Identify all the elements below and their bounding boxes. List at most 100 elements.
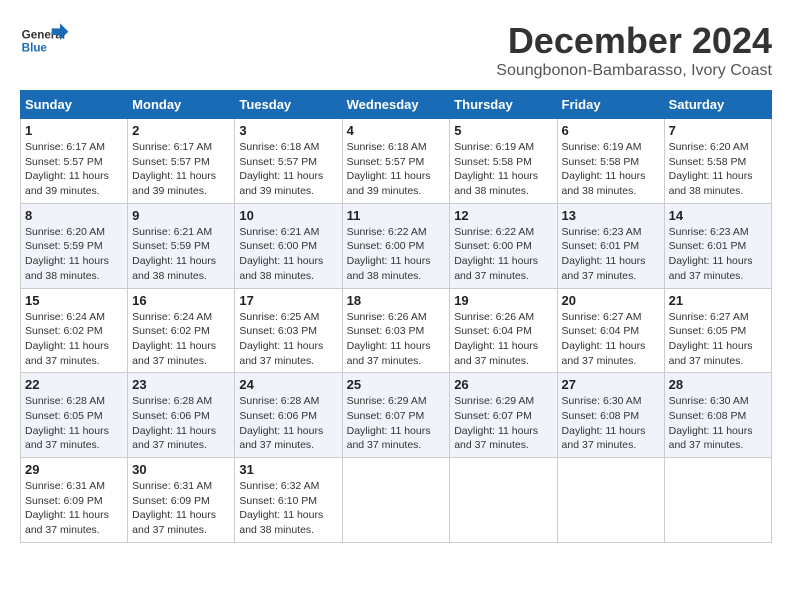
day-info: Sunrise: 6:31 AMSunset: 6:09 PMDaylight:… xyxy=(132,479,230,538)
calendar-cell: 26Sunrise: 6:29 AMSunset: 6:07 PMDayligh… xyxy=(450,373,557,458)
calendar-cell: 9 Sunrise: 6:21 AMSunset: 5:59 PMDaylight… xyxy=(128,203,235,288)
calendar-table: SundayMondayTuesdayWednesdayThursdayFrid… xyxy=(20,90,772,543)
day-number: 30 xyxy=(132,462,230,477)
calendar-cell: 10Sunrise: 6:21 AMSunset: 6:00 PMDayligh… xyxy=(235,203,342,288)
day-info: Sunrise: 6:20 AMSunset: 5:58 PMDaylight:… xyxy=(669,140,767,199)
day-number: 27 xyxy=(562,377,660,392)
calendar-cell: 30 Sunrise: 6:31 AMSunset: 6:09 PMDayligh… xyxy=(128,458,235,543)
day-number: 1 xyxy=(25,123,123,138)
calendar-cell xyxy=(450,458,557,543)
day-info: Sunrise: 6:24 AMSunset: 6:02 PMDaylight:… xyxy=(25,310,123,369)
day-number: 15 xyxy=(25,293,123,308)
day-info: Sunrise: 6:23 AMSunset: 6:01 PMDaylight:… xyxy=(562,225,660,284)
day-number: 2 xyxy=(132,123,230,138)
day-number: 23 xyxy=(132,377,230,392)
calendar-week-2: 8Sunrise: 6:20 AMSunset: 5:59 PMDaylight… xyxy=(21,203,772,288)
calendar-cell: 18 Sunrise: 6:26 AMSunset: 6:03 PMDayligh… xyxy=(342,288,450,373)
calendar-cell: 16 Sunrise: 6:24 AMSunset: 6:02 PMDayligh… xyxy=(128,288,235,373)
day-info: Sunrise: 6:26 AMSunset: 6:03 PMDaylight:… xyxy=(347,310,446,369)
day-number: 31 xyxy=(239,462,337,477)
weekday-header-wednesday: Wednesday xyxy=(342,91,450,119)
weekday-header-saturday: Saturday xyxy=(664,91,771,119)
calendar-cell: 17 Sunrise: 6:25 AMSunset: 6:03 PMDayligh… xyxy=(235,288,342,373)
day-number: 20 xyxy=(562,293,660,308)
day-number: 18 xyxy=(347,293,446,308)
calendar-cell: 24Sunrise: 6:28 AMSunset: 6:06 PMDayligh… xyxy=(235,373,342,458)
weekday-header-thursday: Thursday xyxy=(450,91,557,119)
day-info: Sunrise: 6:26 AMSunset: 6:04 PMDaylight:… xyxy=(454,310,552,369)
calendar-cell: 12 Sunrise: 6:22 AMSunset: 6:00 PMDayligh… xyxy=(450,203,557,288)
calendar-cell xyxy=(557,458,664,543)
day-number: 5 xyxy=(454,123,552,138)
calendar-cell: 31 Sunrise: 6:32 AMSunset: 6:10 PMDayligh… xyxy=(235,458,342,543)
weekday-header-monday: Monday xyxy=(128,91,235,119)
calendar-week-3: 15 Sunrise: 6:24 AMSunset: 6:02 PMDayligh… xyxy=(21,288,772,373)
calendar-cell: 27 Sunrise: 6:30 AMSunset: 6:08 PMDayligh… xyxy=(557,373,664,458)
calendar-cell: 4 Sunrise: 6:18 AMSunset: 5:57 PMDaylight… xyxy=(342,119,450,204)
day-info: Sunrise: 6:27 AMSunset: 6:05 PMDaylight:… xyxy=(669,310,767,369)
calendar-cell: 25 Sunrise: 6:29 AMSunset: 6:07 PMDayligh… xyxy=(342,373,450,458)
day-number: 8 xyxy=(25,208,123,223)
day-number: 14 xyxy=(669,208,767,223)
day-number: 9 xyxy=(132,208,230,223)
day-info: Sunrise: 6:17 AMSunset: 5:57 PMDaylight:… xyxy=(132,140,230,199)
day-number: 21 xyxy=(669,293,767,308)
weekday-header-tuesday: Tuesday xyxy=(235,91,342,119)
calendar-cell: 22 Sunrise: 6:28 AMSunset: 6:05 PMDayligh… xyxy=(21,373,128,458)
calendar-body: 1 Sunrise: 6:17 AMSunset: 5:57 PMDaylight… xyxy=(21,119,772,543)
day-info: Sunrise: 6:27 AMSunset: 6:04 PMDaylight:… xyxy=(562,310,660,369)
day-number: 26 xyxy=(454,377,552,392)
day-info: Sunrise: 6:18 AMSunset: 5:57 PMDaylight:… xyxy=(347,140,446,199)
day-number: 25 xyxy=(347,377,446,392)
calendar-cell: 11Sunrise: 6:22 AMSunset: 6:00 PMDayligh… xyxy=(342,203,450,288)
day-info: Sunrise: 6:19 AMSunset: 5:58 PMDaylight:… xyxy=(562,140,660,199)
logo: General Blue xyxy=(20,20,70,60)
day-number: 16 xyxy=(132,293,230,308)
day-info: Sunrise: 6:18 AMSunset: 5:57 PMDaylight:… xyxy=(239,140,337,199)
page-header: General Blue December 2024 Soungbonon-Ba… xyxy=(20,20,772,80)
day-info: Sunrise: 6:24 AMSunset: 6:02 PMDaylight:… xyxy=(132,310,230,369)
weekday-header-row: SundayMondayTuesdayWednesdayThursdayFrid… xyxy=(21,91,772,119)
day-number: 24 xyxy=(239,377,337,392)
day-number: 12 xyxy=(454,208,552,223)
day-number: 17 xyxy=(239,293,337,308)
day-number: 4 xyxy=(347,123,446,138)
calendar-cell: 14 Sunrise: 6:23 AMSunset: 6:01 PMDayligh… xyxy=(664,203,771,288)
day-info: Sunrise: 6:22 AMSunset: 6:00 PMDaylight:… xyxy=(454,225,552,284)
day-info: Sunrise: 6:32 AMSunset: 6:10 PMDaylight:… xyxy=(239,479,337,538)
day-number: 22 xyxy=(25,377,123,392)
day-info: Sunrise: 6:21 AMSunset: 5:59 PMDaylight:… xyxy=(132,225,230,284)
calendar-cell: 8Sunrise: 6:20 AMSunset: 5:59 PMDaylight… xyxy=(21,203,128,288)
day-info: Sunrise: 6:23 AMSunset: 6:01 PMDaylight:… xyxy=(669,225,767,284)
weekday-header-sunday: Sunday xyxy=(21,91,128,119)
calendar-cell: 3 Sunrise: 6:18 AMSunset: 5:57 PMDaylight… xyxy=(235,119,342,204)
day-info: Sunrise: 6:30 AMSunset: 6:08 PMDaylight:… xyxy=(562,394,660,453)
day-number: 3 xyxy=(239,123,337,138)
calendar-cell xyxy=(664,458,771,543)
calendar-cell: 5 Sunrise: 6:19 AMSunset: 5:58 PMDaylight… xyxy=(450,119,557,204)
title-area: December 2024 Soungbonon-Bambarasso, Ivo… xyxy=(496,20,772,80)
day-number: 11 xyxy=(347,208,446,223)
location-title: Soungbonon-Bambarasso, Ivory Coast xyxy=(496,62,772,80)
day-number: 19 xyxy=(454,293,552,308)
day-info: Sunrise: 6:21 AMSunset: 6:00 PMDaylight:… xyxy=(239,225,337,284)
day-info: Sunrise: 6:31 AMSunset: 6:09 PMDaylight:… xyxy=(25,479,123,538)
day-info: Sunrise: 6:28 AMSunset: 6:06 PMDaylight:… xyxy=(132,394,230,453)
calendar-cell: 21 Sunrise: 6:27 AMSunset: 6:05 PMDayligh… xyxy=(664,288,771,373)
day-info: Sunrise: 6:19 AMSunset: 5:58 PMDaylight:… xyxy=(454,140,552,199)
weekday-header-friday: Friday xyxy=(557,91,664,119)
day-info: Sunrise: 6:30 AMSunset: 6:08 PMDaylight:… xyxy=(669,394,767,453)
calendar-cell: 1Sunrise: 6:17 AMSunset: 5:57 PMDaylight… xyxy=(21,119,128,204)
logo-icon: General Blue xyxy=(20,20,70,60)
calendar-week-1: 1 Sunrise: 6:17 AMSunset: 5:57 PMDaylight… xyxy=(21,119,772,204)
calendar-cell: 23 Sunrise: 6:28 AMSunset: 6:06 PMDayligh… xyxy=(128,373,235,458)
day-info: Sunrise: 6:25 AMSunset: 6:03 PMDaylight:… xyxy=(239,310,337,369)
calendar-week-4: 22 Sunrise: 6:28 AMSunset: 6:05 PMDayligh… xyxy=(21,373,772,458)
day-info: Sunrise: 6:29 AMSunset: 6:07 PMDaylight:… xyxy=(347,394,446,453)
calendar-cell: 13Sunrise: 6:23 AMSunset: 6:01 PMDayligh… xyxy=(557,203,664,288)
calendar-cell: 2 Sunrise: 6:17 AMSunset: 5:57 PMDaylight… xyxy=(128,119,235,204)
svg-text:Blue: Blue xyxy=(22,42,48,55)
day-info: Sunrise: 6:28 AMSunset: 6:05 PMDaylight:… xyxy=(25,394,123,453)
calendar-cell: 6Sunrise: 6:19 AMSunset: 5:58 PMDaylight… xyxy=(557,119,664,204)
month-title: December 2024 xyxy=(496,20,772,62)
